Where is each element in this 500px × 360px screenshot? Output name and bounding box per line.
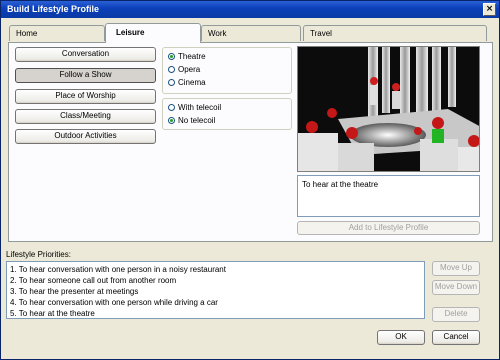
outdoor-activities-button[interactable]: Outdoor Activities xyxy=(15,129,156,144)
with-telecoil-radio[interactable]: With telecoil xyxy=(168,102,221,114)
move-up-button[interactable]: Move Up xyxy=(432,261,480,276)
radio-unselected-icon xyxy=(168,66,175,73)
close-button[interactable]: × xyxy=(483,3,496,16)
theatre-radio[interactable]: Theatre xyxy=(168,51,206,63)
list-item[interactable]: 2. To hear someone call out from another… xyxy=(10,275,421,286)
move-down-button[interactable]: Move Down xyxy=(432,280,480,295)
tab-work[interactable]: Work xyxy=(201,25,301,41)
scene-description-box: To hear at the theatre xyxy=(297,175,480,217)
tab-leisure[interactable]: Leisure xyxy=(105,23,201,43)
radio-selected-icon xyxy=(168,53,175,60)
tab-travel[interactable]: Travel xyxy=(303,25,487,41)
list-item[interactable]: 4. To hear conversation with one person … xyxy=(10,297,421,308)
list-item[interactable]: 3. To hear the presenter at meetings xyxy=(10,286,421,297)
cancel-button[interactable]: Cancel xyxy=(432,330,480,345)
opera-radio[interactable]: Opera xyxy=(168,64,200,76)
class-meeting-button[interactable]: Class/Meeting xyxy=(15,109,156,124)
cinema-radio[interactable]: Cinema xyxy=(168,77,206,89)
theatre-scene-illustration xyxy=(298,47,479,171)
lifestyle-priorities-label: Lifestyle Priorities: xyxy=(6,250,71,259)
place-of-worship-button[interactable]: Place of Worship xyxy=(15,89,156,104)
venue-options-group: Theatre Opera Cinema xyxy=(162,47,292,94)
conversation-button[interactable]: Conversation xyxy=(15,47,156,62)
radio-unselected-icon xyxy=(168,79,175,86)
list-item[interactable]: 5. To hear at the theatre xyxy=(10,308,421,319)
delete-button[interactable]: Delete xyxy=(432,307,480,322)
title-bar[interactable]: Build Lifestyle Profile × xyxy=(1,1,499,18)
ok-button[interactable]: OK xyxy=(377,330,425,345)
no-telecoil-radio[interactable]: No telecoil xyxy=(168,115,215,127)
follow-a-show-button[interactable]: Follow a Show xyxy=(15,68,156,83)
theatre-scene-image xyxy=(297,46,480,172)
lifestyle-priorities-list[interactable]: 1. To hear conversation with one person … xyxy=(6,261,425,319)
window-title: Build Lifestyle Profile xyxy=(7,4,100,14)
tab-home[interactable]: Home xyxy=(9,25,105,41)
list-item[interactable]: 1. To hear conversation with one person … xyxy=(10,264,421,275)
radio-unselected-icon xyxy=(168,104,175,111)
radio-selected-icon xyxy=(168,117,175,124)
build-lifestyle-profile-dialog: Build Lifestyle Profile × Home Work Trav… xyxy=(0,0,500,360)
telecoil-options-group: With telecoil No telecoil xyxy=(162,98,292,130)
add-to-lifestyle-profile-button[interactable]: Add to Lifestyle Profile xyxy=(297,221,480,235)
